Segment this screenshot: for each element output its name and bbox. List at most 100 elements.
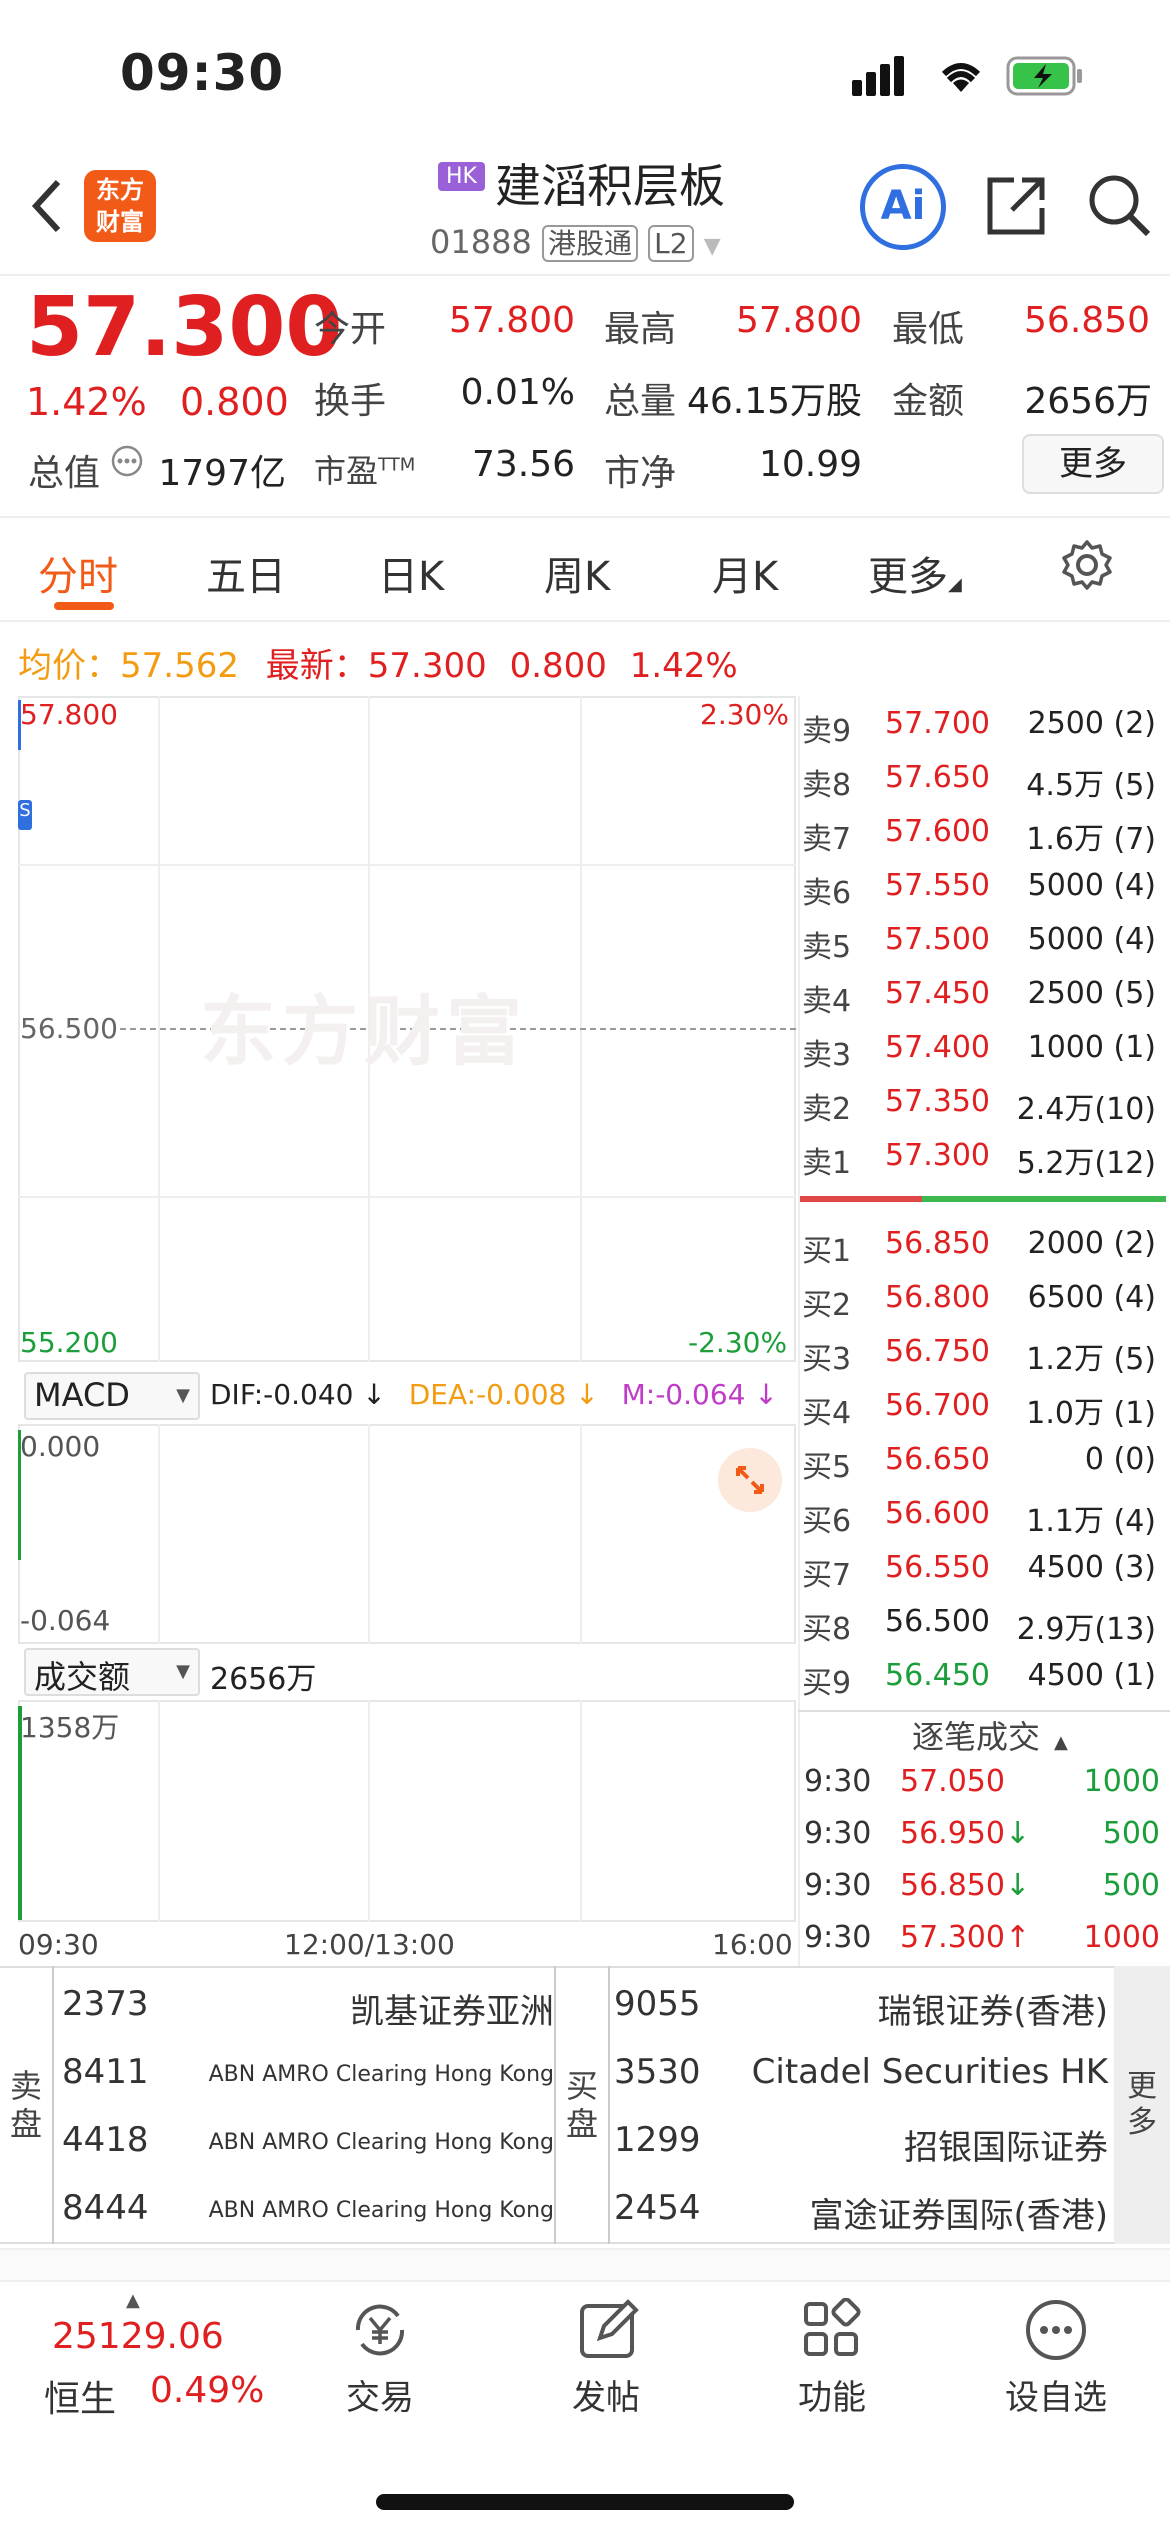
ask-volume: 1.6万 (7) — [1026, 822, 1156, 857]
ask-price[interactable]: 57.500 — [880, 922, 990, 957]
ai-button[interactable]: Ai — [860, 164, 946, 250]
home-indicator — [376, 2494, 794, 2510]
buy-broker-name[interactable]: 富途证券国际(香港) — [720, 2188, 1108, 2237]
bid-label: 买4 — [802, 1396, 852, 1431]
tab-more-label: 更多 — [868, 554, 948, 600]
ask-volume: 2500 (2) — [1027, 706, 1156, 741]
tab-more[interactable]: 更多◢ — [868, 544, 962, 602]
ask-price[interactable]: 57.650 — [880, 760, 990, 795]
buy-broker-id[interactable]: 3530 — [614, 2052, 701, 2092]
bid-volume: 1.0万 (1) — [1026, 1396, 1156, 1431]
ask-volume: 5000 (4) — [1027, 922, 1156, 957]
sell-broker-id[interactable]: 4418 — [62, 2120, 149, 2160]
amount-label: 金额 — [892, 381, 965, 422]
y-mid-label: 56.500 — [20, 1012, 118, 1045]
tab-weekly-k[interactable]: 周K — [544, 544, 610, 602]
index-pct[interactable]: 0.49% — [150, 2370, 264, 2411]
bid-price[interactable]: 56.650 — [880, 1442, 990, 1477]
more-quote-button[interactable]: 更多 — [1022, 434, 1164, 494]
volume-top-label: 1358万 — [20, 1711, 120, 1744]
ask-price[interactable]: 57.550 — [880, 868, 990, 903]
bid-price[interactable]: 56.850 — [880, 1226, 990, 1261]
macd-values: DIF:-0.040 ↓ DEA:-0.008 ↓ M:-0.064 ↓ — [210, 1378, 778, 1411]
latest-label: 最新： — [265, 646, 368, 686]
tab-monthly-k[interactable]: 月K — [712, 544, 778, 602]
open-label: 今开 — [314, 309, 387, 350]
grid-line — [580, 1700, 582, 1922]
ask-price[interactable]: 57.300 — [880, 1138, 990, 1173]
ask-price[interactable]: 57.350 — [880, 1084, 990, 1119]
tab-functions[interactable]: 功能 — [752, 2370, 912, 2419]
index-value[interactable]: 25129.06 — [52, 2316, 224, 2357]
logo-text-line2: 财富 — [96, 208, 144, 236]
tick-price-value: 56.950 — [900, 1816, 1005, 1851]
ask-price[interactable]: 57.400 — [880, 1030, 990, 1065]
grid-line — [18, 1196, 796, 1198]
tick-volume: 500 — [1102, 1816, 1160, 1851]
sell-broker-name[interactable]: ABN AMRO Clearing Hong Kong — [170, 2062, 554, 2087]
expand-icon[interactable] — [716, 1446, 784, 1514]
indicator-select[interactable]: MACD ▼ — [24, 1372, 200, 1420]
volume-chart[interactable] — [18, 1700, 796, 1922]
ask-price[interactable]: 57.450 — [880, 976, 990, 1011]
sell-broker-id[interactable]: 8411 — [62, 2052, 149, 2092]
sell-broker-name[interactable]: ABN AMRO Clearing Hong Kong — [170, 2130, 554, 2155]
edit-icon[interactable] — [576, 2298, 640, 2362]
status-bar: 09:30 — [0, 0, 1170, 150]
index-name[interactable]: 恒生 — [44, 2370, 116, 2422]
broker-more-button[interactable]: 更多 — [1114, 1966, 1170, 2244]
buy-broker-id[interactable]: 9055 — [614, 1984, 701, 2024]
bid-price[interactable]: 56.800 — [880, 1280, 990, 1315]
info-dots-icon[interactable] — [110, 444, 144, 478]
tab-trade[interactable]: 交易 — [300, 2370, 460, 2419]
buy-broker-name[interactable]: Citadel Securities HK — [720, 2052, 1108, 2092]
tick-title[interactable]: 逐笔成交 ▲ — [912, 1712, 1068, 1758]
bid-price[interactable]: 56.700 — [880, 1388, 990, 1423]
sell-broker-name[interactable]: 凯基证券亚洲 — [170, 1984, 554, 2033]
yen-exchange-icon[interactable] — [348, 2298, 412, 2362]
back-chevron-icon[interactable] — [26, 176, 66, 236]
amount-value: 2656万 — [1024, 381, 1152, 422]
tab-daily-k[interactable]: 日K — [378, 544, 444, 602]
tab-more-caret-icon: ◢ — [948, 574, 962, 595]
search-icon[interactable] — [1086, 172, 1152, 238]
buy-broker-name[interactable]: 瑞银证券(香港) — [720, 1984, 1108, 2033]
volume-select-value: 成交额 — [34, 1658, 131, 1696]
tick-volume: 1000 — [1083, 1920, 1160, 1955]
buy-broker-name[interactable]: 招银国际证券 — [720, 2120, 1108, 2169]
sell-broker-id[interactable]: 2373 — [62, 1984, 149, 2024]
bid-price[interactable]: 56.500 — [880, 1604, 990, 1639]
tick-volume: 1000 — [1083, 1764, 1160, 1799]
pb-value: 10.99 — [758, 444, 862, 485]
ask-price[interactable]: 57.700 — [880, 706, 990, 741]
tab-five-day[interactable]: 五日 — [206, 544, 286, 602]
drawer-strip[interactable] — [0, 2248, 1170, 2280]
high-label: 最高 — [604, 309, 677, 350]
bid-price[interactable]: 56.450 — [880, 1658, 990, 1693]
bid-price[interactable]: 56.600 — [880, 1496, 990, 1531]
bid-price[interactable]: 56.750 — [880, 1334, 990, 1369]
grid-icon[interactable] — [800, 2298, 864, 2362]
bid-price[interactable]: 56.550 — [880, 1550, 990, 1585]
settings-gear-icon[interactable] — [1060, 538, 1114, 592]
more-dots-icon[interactable] — [1024, 2298, 1088, 2362]
sell-ratio-bar — [800, 1196, 922, 1202]
buy-broker-id[interactable]: 2454 — [614, 2188, 701, 2228]
tick-price: 57.050 — [900, 1764, 1005, 1799]
buy-broker-id[interactable]: 1299 — [614, 2120, 701, 2160]
tab-post[interactable]: 发帖 — [526, 2370, 686, 2419]
tab-watchlist[interactable]: 设自选 — [976, 2370, 1136, 2419]
macd-chart[interactable] — [18, 1424, 796, 1644]
sell-broker-label: 卖盘 — [0, 1966, 54, 2244]
stock-code-row[interactable]: 01888 港股通 L2 ▼ — [430, 222, 721, 262]
tick-arrow: ↑ — [1004, 1920, 1031, 1955]
volume-indicator-select[interactable]: 成交额 ▼ — [24, 1648, 200, 1696]
active-tab-indicator — [54, 602, 114, 610]
tab-intraday[interactable]: 分时 — [38, 544, 118, 602]
sell-broker-id[interactable]: 8444 — [62, 2188, 149, 2228]
wifi-icon — [941, 63, 981, 92]
sell-broker-name[interactable]: ABN AMRO Clearing Hong Kong — [170, 2198, 554, 2223]
share-icon[interactable] — [984, 172, 1050, 238]
buy-ratio-bar — [922, 1196, 1166, 1202]
ask-price[interactable]: 57.600 — [880, 814, 990, 849]
